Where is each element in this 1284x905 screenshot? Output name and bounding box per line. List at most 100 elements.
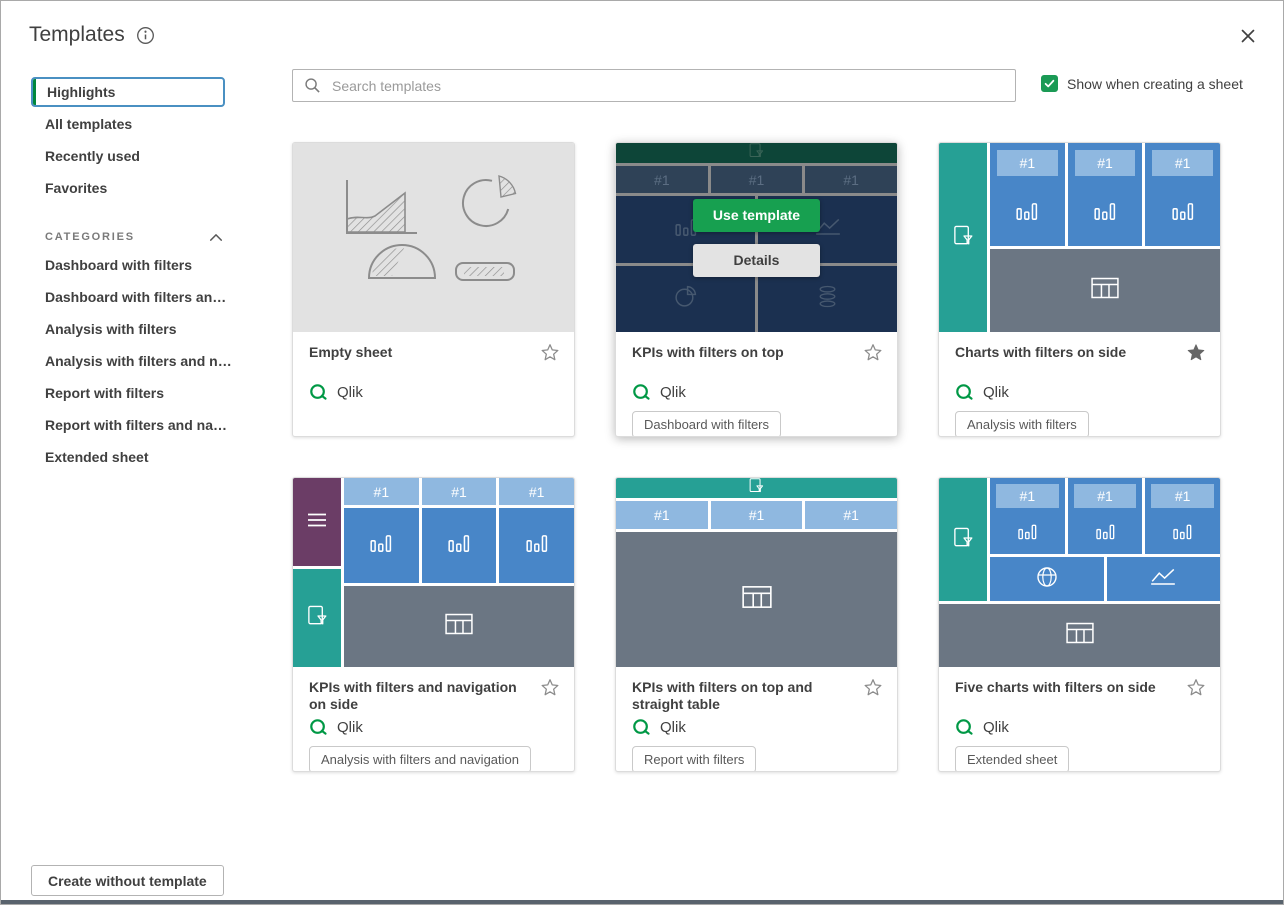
favorite-star-icon[interactable] <box>1185 677 1207 704</box>
kpi-chart-tile: #1 <box>1068 478 1143 554</box>
sketch-charts-illustration <box>334 170 534 305</box>
template-thumbnail[interactable]: #1 #1 #1 <box>616 478 897 667</box>
template-card-empty-sheet[interactable]: Empty sheet Qlik <box>292 142 575 437</box>
sidebar-item-highlights[interactable]: Highlights <box>31 77 225 107</box>
filter-pane-icon <box>952 526 975 554</box>
category-tag-chip[interactable]: Dashboard with filters <box>632 411 781 437</box>
kpi-label: #1 <box>996 484 1059 508</box>
qlik-logo-icon <box>632 718 651 737</box>
template-thumbnail[interactable]: #1 #1 #1 <box>293 478 574 667</box>
kpi-chart-tile: #1 <box>990 143 1065 246</box>
publisher-row: Qlik <box>309 717 560 737</box>
template-thumbnail[interactable]: #1 #1 #1 Use template Details <box>616 143 897 332</box>
use-template-button[interactable]: Use template <box>693 199 820 232</box>
sidebar-item-favorites[interactable]: Favorites <box>31 172 225 204</box>
favorite-star-icon[interactable] <box>1185 342 1207 364</box>
publisher-row: Qlik <box>955 382 1206 402</box>
info-icon[interactable] <box>136 26 155 45</box>
search-box <box>292 69 1016 102</box>
favorite-star-icon[interactable] <box>539 342 561 369</box>
template-card-kpis-top-straight-table[interactable]: #1 #1 #1 KPIs with filters on top and st… <box>615 477 898 772</box>
kpi-chart-tile: #1 <box>1145 478 1220 554</box>
favorite-star-icon[interactable] <box>862 677 884 704</box>
card-title: Empty sheet <box>309 344 531 380</box>
category-tag-chip[interactable]: Analysis with filters and navigation <box>309 746 531 772</box>
barchart-tile <box>344 508 419 583</box>
category-item-analysis-with-filters-and[interactable]: Analysis with filters and n… <box>31 345 225 377</box>
kpi-label: #1 <box>499 478 574 505</box>
qlik-logo-icon <box>955 718 974 737</box>
template-card-kpis-filters-nav-side[interactable]: #1 #1 #1 KPIs with filters and navigatio… <box>292 477 575 772</box>
template-card-five-charts-filters-side[interactable]: #1 #1 #1 <box>938 477 1221 772</box>
category-item-report-with-filters[interactable]: Report with filters <box>31 377 225 409</box>
kpi-chart-tile: #1 <box>1145 143 1220 246</box>
template-thumbnail[interactable]: #1 #1 #1 <box>939 478 1220 667</box>
categories-header[interactable]: CATEGORIES <box>31 225 225 249</box>
card-title: KPIs with filters and navigation on side <box>309 679 531 715</box>
sidebar-item-recently-used[interactable]: Recently used <box>31 140 225 172</box>
checkbox-icon[interactable] <box>1041 75 1058 92</box>
table-tile <box>616 532 897 667</box>
kpi-label: #1 <box>711 501 803 529</box>
barchart-icon <box>990 508 1065 554</box>
sidebar-item-label: Recently used <box>45 148 140 164</box>
category-item-dashboard-with-filters[interactable]: Dashboard with filters <box>31 249 225 281</box>
show-when-creating-checkbox-row[interactable]: Show when creating a sheet <box>1041 75 1243 92</box>
category-item-dashboard-with-filters-and[interactable]: Dashboard with filters an… <box>31 281 225 313</box>
publisher-name: Qlik <box>337 719 363 736</box>
template-thumbnail[interactable]: #1 #1 #1 <box>939 143 1220 332</box>
template-card-charts-filters-side[interactable]: #1 #1 #1 <box>938 142 1221 437</box>
create-without-template-button[interactable]: Create without template <box>31 865 224 896</box>
category-tag-chip[interactable]: Report with filters <box>632 746 756 772</box>
kpi-label: #1 <box>1151 484 1214 508</box>
navigation-menu-tile <box>293 478 341 566</box>
publisher-row: Qlik <box>632 717 883 737</box>
table-icon <box>445 613 473 640</box>
filter-pane-tile <box>939 478 987 601</box>
category-item-extended-sheet[interactable]: Extended sheet <box>31 441 225 473</box>
kpi-label: #1 <box>1152 150 1213 176</box>
barchart-icon <box>1145 176 1220 246</box>
barchart-tile <box>422 508 497 583</box>
details-button[interactable]: Details <box>693 244 820 277</box>
template-card-kpis-filters-top[interactable]: #1 #1 #1 Use template Details K <box>615 142 898 437</box>
card-title: KPIs with filters on top and straight ta… <box>632 679 854 715</box>
barchart-icon <box>525 532 549 559</box>
close-icon[interactable] <box>1240 28 1256 44</box>
card-title: KPIs with filters on top <box>632 344 854 380</box>
category-tag-chip[interactable]: Extended sheet <box>955 746 1069 772</box>
card-footer: Empty sheet Qlik <box>293 332 574 402</box>
chevron-up-icon[interactable] <box>209 233 223 242</box>
publisher-name: Qlik <box>660 719 686 736</box>
page-title: Templates <box>29 23 125 47</box>
publisher-name: Qlik <box>337 384 363 401</box>
table-tile <box>344 586 574 667</box>
search-input[interactable] <box>330 77 1004 95</box>
qlik-logo-icon <box>955 383 974 402</box>
publisher-name: Qlik <box>983 719 1009 736</box>
search-icon <box>304 77 321 94</box>
category-item-report-with-filters-and[interactable]: Report with filters and na… <box>31 409 225 441</box>
kpi-label: #1 <box>344 478 419 505</box>
card-footer: Charts with filters on side Qlik Analysi… <box>939 332 1220 437</box>
menu-icon <box>306 511 328 534</box>
publisher-name: Qlik <box>983 384 1009 401</box>
category-tag-chip[interactable]: Analysis with filters <box>955 411 1089 437</box>
sidebar-item-all-templates[interactable]: All templates <box>31 108 225 140</box>
favorite-star-icon[interactable] <box>862 342 884 369</box>
category-item-analysis-with-filters[interactable]: Analysis with filters <box>31 313 225 345</box>
publisher-row: Qlik <box>309 382 560 402</box>
barchart-icon <box>1068 176 1143 246</box>
sidebar-item-label: All templates <box>45 116 132 132</box>
kpi-label: #1 <box>1075 150 1136 176</box>
favorite-star-icon[interactable] <box>539 677 561 704</box>
filter-pane-tile <box>939 143 987 332</box>
kpi-chart-tile: #1 <box>1068 143 1143 246</box>
qlik-logo-icon <box>309 383 328 402</box>
table-icon <box>1066 622 1094 649</box>
barchart-icon <box>1145 508 1220 554</box>
template-thumbnail[interactable] <box>293 143 574 332</box>
barchart-icon <box>1068 508 1143 554</box>
qlik-logo-icon <box>632 383 651 402</box>
checkbox-label: Show when creating a sheet <box>1067 76 1243 92</box>
